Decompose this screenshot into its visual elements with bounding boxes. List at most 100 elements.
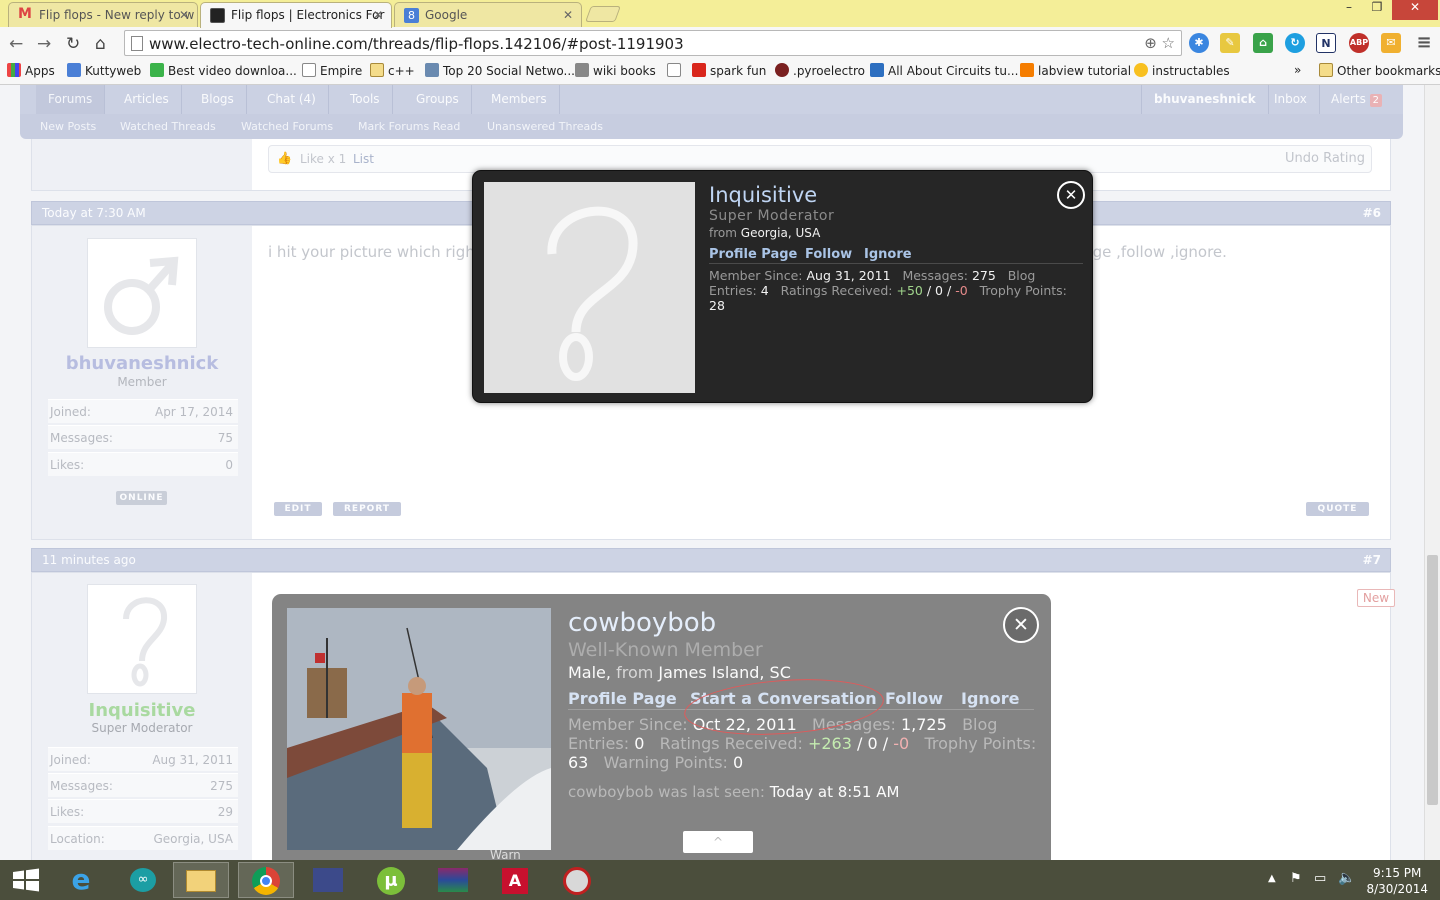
bookmark-wikibooks[interactable]: wiki books	[575, 63, 656, 78]
winrar-icon[interactable]	[425, 862, 481, 898]
network-icon[interactable]: ▭	[1314, 871, 1326, 886]
address-bar[interactable]: www.electro-tech-online.com/threads/flip…	[124, 30, 1182, 56]
bookmark-apps[interactable]: Apps	[7, 63, 55, 78]
start-button[interactable]	[0, 862, 56, 898]
forward-icon[interactable]: →	[37, 34, 51, 54]
chrome-icon[interactable]	[238, 862, 294, 898]
mark-forums-read-link[interactable]: Mark Forums Read	[358, 120, 460, 133]
wiki-icon	[575, 63, 589, 77]
home-icon[interactable]: ⌂	[95, 34, 106, 54]
utorrent-icon[interactable]: μ	[363, 862, 419, 898]
bookmark-allaboutcircuits[interactable]: All About Circuits tu...	[870, 63, 1018, 78]
question-mark-icon	[547, 206, 638, 381]
menu-icon[interactable]: ≡	[1414, 33, 1434, 53]
post-permalink[interactable]: #6	[1363, 206, 1381, 220]
user-menu[interactable]: bhuvaneshnick	[1141, 85, 1269, 114]
tab-blogs[interactable]: Blogs	[189, 85, 247, 114]
other-bookmarks[interactable]: Other bookmarks	[1319, 63, 1440, 78]
likes-list-link[interactable]: List	[353, 152, 374, 166]
minimize-button[interactable]: –	[1336, 0, 1362, 20]
unanswered-threads-link[interactable]: Unanswered Threads	[487, 120, 603, 133]
close-icon[interactable]: ✕	[373, 8, 383, 22]
show-hidden-icons[interactable]: ▲	[1268, 873, 1276, 884]
reload-icon[interactable]: ↻	[66, 34, 80, 54]
bookmark-social[interactable]: Top 20 Social Netwo...	[425, 63, 575, 78]
close-icon[interactable]: ✕	[179, 8, 189, 22]
bookmark-kuttyweb[interactable]: Kuttyweb	[67, 63, 141, 78]
alerts-link[interactable]: Alerts 2	[1319, 85, 1394, 114]
stat-likes: Likes: 29	[48, 799, 238, 823]
close-icon[interactable]: ✕	[1057, 181, 1085, 209]
tab-electro-tech[interactable]: Flip flops | Electronics For ✕	[200, 2, 392, 28]
bookmark-blank[interactable]	[667, 63, 685, 78]
tab-google[interactable]: 8 Google ✕	[394, 2, 582, 27]
back-icon[interactable]: ←	[9, 34, 23, 54]
tab-articles[interactable]: Articles	[112, 85, 182, 114]
ignore-link[interactable]: Ignore	[864, 247, 912, 262]
new-posts-link[interactable]: New Posts	[40, 120, 96, 133]
inbox-link[interactable]: Inbox	[1262, 85, 1320, 114]
bookmark-labview[interactable]: labview tutorial	[1020, 63, 1131, 78]
follow-link[interactable]: Follow	[805, 247, 852, 262]
male-symbol-icon	[104, 256, 179, 335]
ignore-link[interactable]: Ignore	[961, 689, 1020, 708]
new-tab-button[interactable]	[585, 6, 621, 22]
explorer-icon[interactable]	[173, 862, 229, 898]
profile-page-link[interactable]: Profile Page	[568, 689, 677, 708]
extension-icon[interactable]: ⌂	[1253, 33, 1273, 53]
adblock-icon[interactable]: ABP	[1349, 33, 1369, 53]
adobe-icon[interactable]: A	[487, 862, 543, 898]
member-name[interactable]: cowboybob	[568, 608, 716, 638]
scrollbar-thumb[interactable]	[1427, 555, 1438, 805]
extension-icon[interactable]: N	[1316, 33, 1336, 53]
watched-threads-link[interactable]: Watched Threads	[120, 120, 216, 133]
bookmark-sparkfun[interactable]: spark fun	[692, 63, 766, 78]
username-link[interactable]: Inquisitive	[32, 700, 252, 721]
pyro-icon	[775, 63, 789, 77]
tab-groups[interactable]: Groups	[404, 85, 472, 114]
bookmarks-overflow-button[interactable]: »	[1294, 63, 1301, 77]
volume-icon[interactable]: 🔈	[1338, 870, 1355, 886]
app-icon[interactable]	[300, 862, 356, 898]
avatar[interactable]	[87, 584, 197, 694]
report-button[interactable]: REPORT	[333, 502, 401, 516]
arduino-icon[interactable]: ∞	[115, 862, 171, 898]
media-icon[interactable]	[549, 862, 605, 898]
maximize-button[interactable]: ❐	[1364, 0, 1390, 20]
username-link[interactable]: bhuvaneshnick	[32, 353, 252, 374]
quote-button[interactable]: QUOTE	[1306, 502, 1369, 516]
member-name[interactable]: Inquisitive	[709, 183, 817, 207]
bookmark-cpp[interactable]: c++	[370, 63, 415, 78]
close-icon[interactable]: ✕	[563, 8, 573, 22]
post-permalink[interactable]: #7	[1363, 553, 1381, 567]
extension-icon[interactable]: ✉	[1381, 33, 1401, 53]
window-close-button[interactable]: ✕	[1392, 0, 1438, 20]
edit-button[interactable]: EDIT	[274, 502, 322, 516]
bookmark-video[interactable]: Best video downloa...	[150, 63, 297, 78]
tab-chat[interactable]: Chat (4)	[255, 85, 329, 114]
tab-forums[interactable]: Forums	[36, 85, 106, 114]
tab-gmail[interactable]: M Flip flops - New reply to w ✕	[8, 2, 198, 27]
bookmark-pyroelectro[interactable]: .pyroelectro	[775, 63, 865, 78]
bookmark-instructables[interactable]: instructables	[1134, 63, 1230, 78]
watched-forums-link[interactable]: Watched Forums	[241, 120, 333, 133]
ie-icon[interactable]: e	[53, 862, 109, 898]
system-clock[interactable]: 9:15 PM 8/30/2014	[1366, 865, 1428, 897]
action-center-icon[interactable]: ⚑	[1290, 871, 1302, 886]
extension-icon[interactable]: ✎	[1220, 33, 1240, 53]
page-scrollbar[interactable]	[1424, 85, 1440, 860]
bookmark-empire[interactable]: Empire	[302, 63, 362, 78]
extension-icon[interactable]: ✱	[1189, 33, 1209, 53]
collapse-button[interactable]: ^	[683, 831, 753, 853]
extension-icon[interactable]: ↻	[1285, 33, 1305, 53]
bookmark-star-icon[interactable]: ☆	[1162, 34, 1175, 52]
close-icon[interactable]: ✕	[1003, 607, 1039, 643]
follow-link[interactable]: Follow	[885, 689, 943, 708]
video-icon	[150, 63, 164, 77]
profile-page-link[interactable]: Profile Page	[709, 247, 797, 262]
tab-members[interactable]: Members	[479, 85, 560, 114]
avatar[interactable]	[87, 238, 197, 348]
tab-tools[interactable]: Tools	[338, 85, 393, 114]
undo-rating-link[interactable]: Undo Rating	[1285, 151, 1365, 166]
zoom-icon[interactable]: ⊕	[1144, 34, 1157, 52]
